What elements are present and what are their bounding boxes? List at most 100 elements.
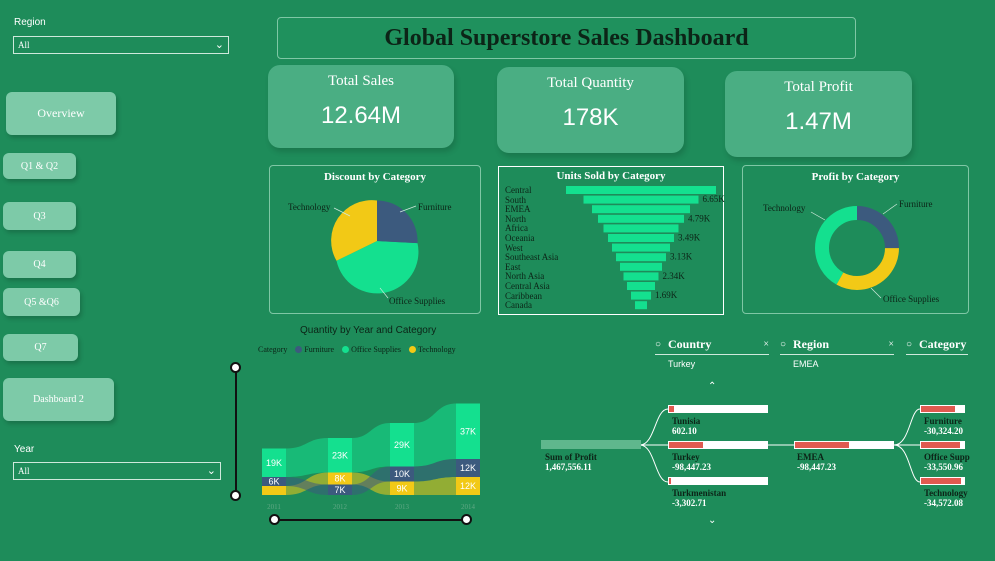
q5q6-button[interactable]: Q5 &Q6 — [3, 288, 80, 316]
funnel-value-label: 6.65K — [703, 194, 726, 204]
region-dropdown-value: All — [18, 40, 30, 50]
category-node-bar[interactable] — [920, 405, 965, 413]
funnel-value-label: 3.13K — [670, 252, 693, 262]
funnel-bar — [608, 234, 674, 242]
country-node-value: -98,447.23 — [672, 462, 711, 472]
kpi-value: 12.64M — [320, 102, 402, 129]
donut-label-furniture: Furniture — [899, 199, 933, 209]
funnel-bar — [627, 282, 655, 290]
category-filter[interactable]: Category ○ — [906, 337, 968, 355]
year-dropdown-value: All — [18, 466, 30, 476]
category-node-label: Technology — [924, 488, 968, 498]
root-bar[interactable] — [541, 440, 641, 449]
ribbon-connector — [286, 438, 328, 477]
legend-item-furniture[interactable]: Furniture — [295, 345, 334, 354]
page-title: Global Superstore Sales Dashboard — [384, 24, 749, 51]
region-header: Region — [780, 337, 894, 355]
root-label: Sum of Profit — [545, 452, 597, 462]
country-node-label: Tunisia — [672, 416, 701, 426]
ribbon-data-label: 12K — [460, 463, 476, 473]
country-node-bar[interactable] — [668, 441, 768, 449]
q4-button[interactable]: Q4 — [3, 251, 76, 278]
ribbon-data-label: 9K — [396, 483, 407, 493]
dashboard-title-box: Global Superstore Sales Dashboard — [277, 17, 856, 59]
funnel-value-label: 1.69K — [655, 290, 678, 300]
ribbon-data-label: 23K — [332, 450, 348, 460]
pie-label-furniture: Furniture — [418, 202, 452, 212]
category-node-bar[interactable] — [920, 441, 965, 449]
panel-title: Profit by Category — [811, 171, 900, 183]
country-node-bar[interactable] — [668, 405, 768, 413]
region-filter[interactable]: Region EMEA ○ × — [780, 337, 894, 369]
country-header: Country — [655, 337, 769, 355]
ribbon-connector — [352, 423, 390, 473]
horizontal-zoom-handle-right[interactable] — [461, 514, 472, 525]
category-node-label: Furniture — [924, 416, 962, 426]
bulb-icon: ○ — [780, 339, 787, 350]
region-node-bar[interactable] — [794, 441, 894, 449]
legend-item-office[interactable]: Office Supplies — [342, 345, 401, 354]
units-sold-panel: Units Sold by Category Central South EMEA N… — [498, 166, 726, 315]
donut-label-technology: Technology — [763, 203, 806, 213]
overview-button[interactable]: Overview — [6, 92, 116, 135]
funnel-value-label: 3.49K — [678, 233, 701, 243]
ribbon-connector — [414, 403, 456, 467]
region-node-value: -98,447.23 — [797, 462, 836, 472]
q1q2-button[interactable]: Q1 & Q2 — [3, 153, 76, 179]
country-filter[interactable]: Country Turkey ○ × — [655, 337, 769, 369]
region-slicer-label: Region — [14, 17, 46, 28]
ribbon-data-label: 37K — [460, 426, 476, 436]
q7-button[interactable]: Q7 — [3, 334, 78, 361]
vertical-zoom-handle-top[interactable] — [230, 362, 241, 373]
close-icon[interactable]: × — [763, 339, 769, 350]
category-node-value: -30,324.20 — [924, 426, 963, 436]
category-node-bar[interactable] — [920, 477, 965, 485]
kpi-label: Total Quantity — [547, 75, 634, 91]
ribbon-data-label: 6K — [268, 477, 279, 487]
profit-by-category-panel: Profit by Category Technology Furniture … — [742, 165, 969, 314]
pie-slice-furniture — [377, 200, 418, 244]
ribbon-year-label: 2014 — [461, 503, 476, 511]
funnel-bar — [635, 301, 647, 310]
legend-item-technology[interactable]: Technology — [408, 345, 456, 354]
kpi-label: Total Profit — [784, 79, 853, 95]
country-node-value: 602.10 — [672, 426, 697, 436]
chevron-down-icon: ⌄ — [206, 465, 216, 477]
root-value: 1,467,556.11 — [545, 462, 592, 472]
kpi-value: 1.47M — [785, 108, 852, 135]
dashboard2-button[interactable]: Dashboard 2 — [3, 378, 114, 421]
vertical-zoom-handle-bottom[interactable] — [230, 490, 241, 501]
chevron-up-icon[interactable]: ⌃ — [708, 381, 716, 392]
region-dropdown[interactable]: All ⌄ — [13, 36, 229, 54]
funnel-chart: 6.65K 4.79K 3.49K 3.13K 2.34K 1.69K — [566, 186, 726, 310]
ribbon-data-label: 29K — [394, 440, 410, 450]
kpi-value: 178K — [562, 104, 619, 131]
kpi-label: Total Sales — [327, 73, 395, 89]
vertical-zoom-track — [235, 367, 237, 497]
year-slicer-label: Year — [14, 444, 35, 455]
region-selected: EMEA — [793, 359, 819, 369]
funnel-bar — [592, 205, 690, 214]
ribbon-year-label: 2013 — [395, 503, 410, 511]
horizontal-zoom-handle-left[interactable] — [269, 514, 280, 525]
q3-button[interactable]: Q3 — [3, 202, 76, 230]
funnel-bar — [612, 243, 670, 252]
ribbon-year-label: 2012 — [333, 503, 348, 511]
chevron-down-icon[interactable]: ⌄ — [708, 515, 716, 526]
category-node-label: Office Supp — [924, 452, 970, 462]
ribbon-bar-tech — [262, 486, 286, 495]
funnel-bar — [598, 214, 684, 223]
funnel-value-label: 2.34K — [663, 271, 686, 281]
close-icon[interactable]: × — [888, 339, 894, 350]
category-node-value: -33,550.96 — [924, 462, 963, 472]
funnel-bar — [583, 195, 699, 204]
discount-by-category-panel: Discount by Category Technology Furnitur… — [269, 165, 481, 314]
year-dropdown[interactable]: All ⌄ — [13, 462, 221, 480]
funnel-bar — [620, 262, 662, 271]
donut-label-office: Office Supplies — [883, 294, 940, 304]
ribbon-data-label: 7K — [334, 485, 345, 495]
country-selected: Turkey — [668, 359, 696, 369]
panel-title: Units Sold by Category — [556, 170, 666, 182]
country-node-label: Turkey — [672, 452, 700, 462]
country-node-bar[interactable] — [668, 477, 768, 485]
